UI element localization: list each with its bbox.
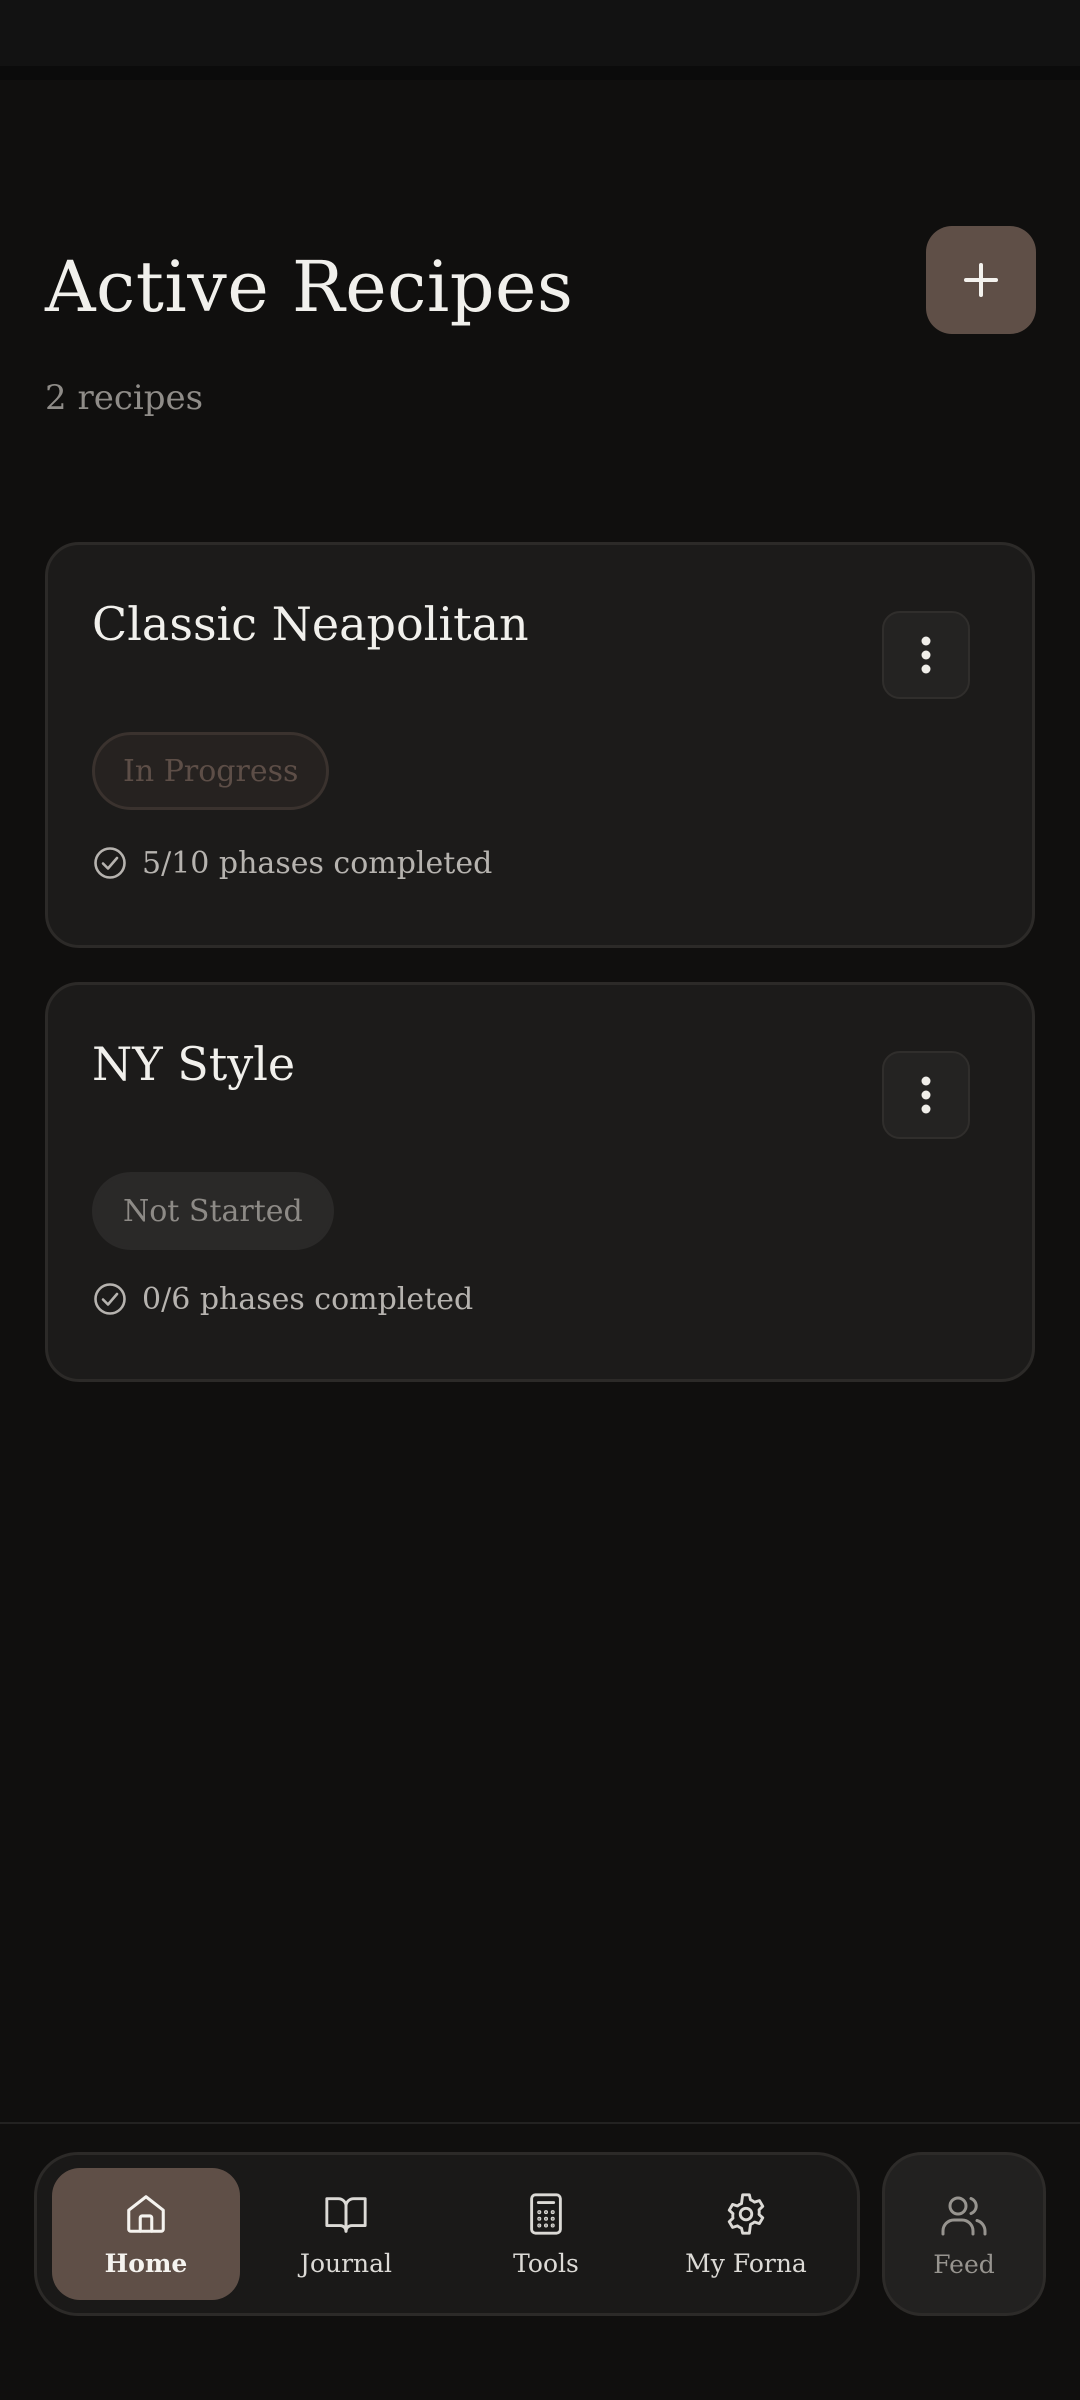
- recipe-card[interactable]: Classic Neapolitan In Progress 5/10 phas…: [45, 542, 1035, 948]
- gear-icon: [727, 2192, 765, 2235]
- bottom-nav: Home Journal Tools My Forna: [34, 2152, 860, 2316]
- nav-label: My Forna: [685, 2248, 807, 2278]
- more-vertical-icon: [921, 636, 931, 674]
- home-icon: [127, 2194, 165, 2233]
- add-recipe-button[interactable]: [926, 226, 1036, 334]
- calculator-icon: [530, 2192, 562, 2235]
- recipe-count: 2 recipes: [45, 378, 204, 418]
- nav-label: Journal: [299, 2248, 393, 2278]
- nav-divider: [0, 2122, 1080, 2124]
- feed-button[interactable]: Feed: [882, 2152, 1046, 2316]
- feed-label: Feed: [933, 2249, 995, 2279]
- page-header: Active Recipes 2 recipes: [45, 220, 1036, 440]
- status-badge: Not Started: [92, 1172, 334, 1250]
- check-circle-icon: [94, 1283, 126, 1315]
- recipe-menu-button[interactable]: [882, 1051, 970, 1139]
- plus-icon: [964, 263, 998, 297]
- users-icon: [941, 2196, 987, 2235]
- phases-text: 0/6 phases completed: [142, 1281, 474, 1317]
- status-bar: [0, 0, 1080, 80]
- nav-item-my-forna[interactable]: My Forna: [652, 2168, 840, 2300]
- recipe-menu-button[interactable]: [882, 611, 970, 699]
- recipe-card[interactable]: NY Style Not Started 0/6 phases complete…: [45, 982, 1035, 1382]
- phases-progress: 0/6 phases completed: [92, 1281, 473, 1317]
- nav-item-home[interactable]: Home: [52, 2168, 240, 2300]
- more-vertical-icon: [921, 1076, 931, 1114]
- page-title: Active Recipes: [45, 246, 574, 328]
- check-circle-icon: [94, 847, 126, 879]
- phases-text: 5/10 phases completed: [142, 845, 493, 881]
- nav-label: Home: [104, 2248, 188, 2278]
- book-open-icon: [325, 2196, 367, 2233]
- nav-item-journal[interactable]: Journal: [252, 2168, 440, 2300]
- nav-item-tools[interactable]: Tools: [452, 2168, 640, 2300]
- status-badge: In Progress: [92, 732, 330, 810]
- phases-progress: 5/10 phases completed: [92, 845, 492, 881]
- recipe-title: NY Style: [92, 1037, 296, 1091]
- recipe-title: Classic Neapolitan: [92, 597, 529, 651]
- nav-label: Tools: [513, 2248, 579, 2278]
